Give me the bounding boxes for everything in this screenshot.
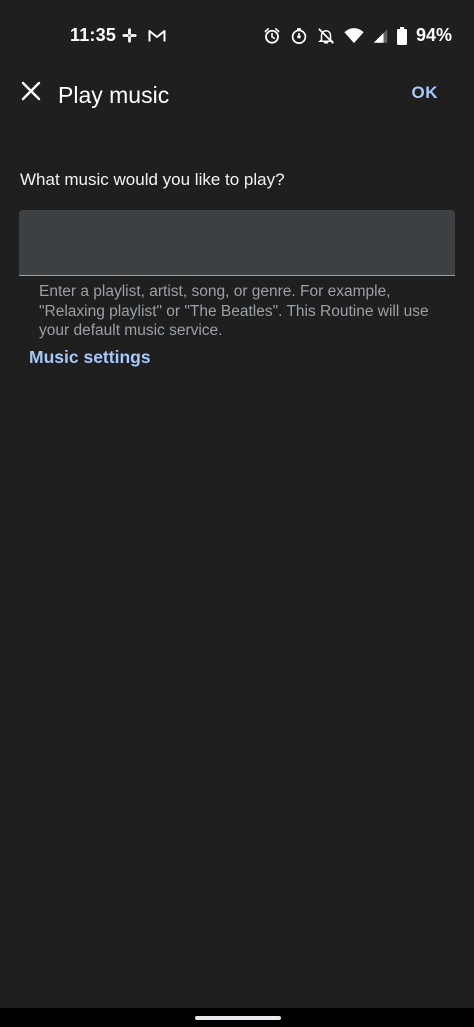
status-right-icons: 94%: [263, 25, 452, 46]
battery-percent: 94%: [415, 25, 452, 45]
gmail-icon: [148, 28, 166, 43]
music-settings-link[interactable]: Music settings: [29, 347, 151, 368]
helper-text: Enter a playlist, artist, song, or genre…: [39, 283, 429, 339]
close-button[interactable]: [14, 76, 48, 110]
status-left-icons: [121, 27, 166, 44]
alarm-icon: [263, 27, 281, 45]
notifications-off-icon: [317, 27, 335, 45]
music-query-input[interactable]: [19, 210, 455, 275]
status-bar: 11:35 94%: [0, 0, 474, 72]
close-icon: [21, 81, 41, 106]
gesture-navigation-bar: [0, 1008, 474, 1027]
slack-icon: [121, 27, 138, 44]
ok-button[interactable]: OK: [412, 83, 439, 103]
battery-icon: [396, 26, 407, 45]
screen: 11:35 94% Play music OK What music would…: [0, 0, 474, 1027]
timer-icon: [290, 27, 308, 45]
wifi-icon: [344, 27, 364, 44]
status-time: 11:35: [70, 25, 117, 45]
home-gesture-handle[interactable]: [195, 1016, 281, 1020]
signal-icon: [373, 28, 388, 44]
page-title: Play music: [58, 82, 170, 108]
question-label: What music would you like to play?: [20, 170, 285, 189]
app-bar: Play music OK: [0, 72, 474, 116]
music-query-field: [19, 210, 455, 276]
